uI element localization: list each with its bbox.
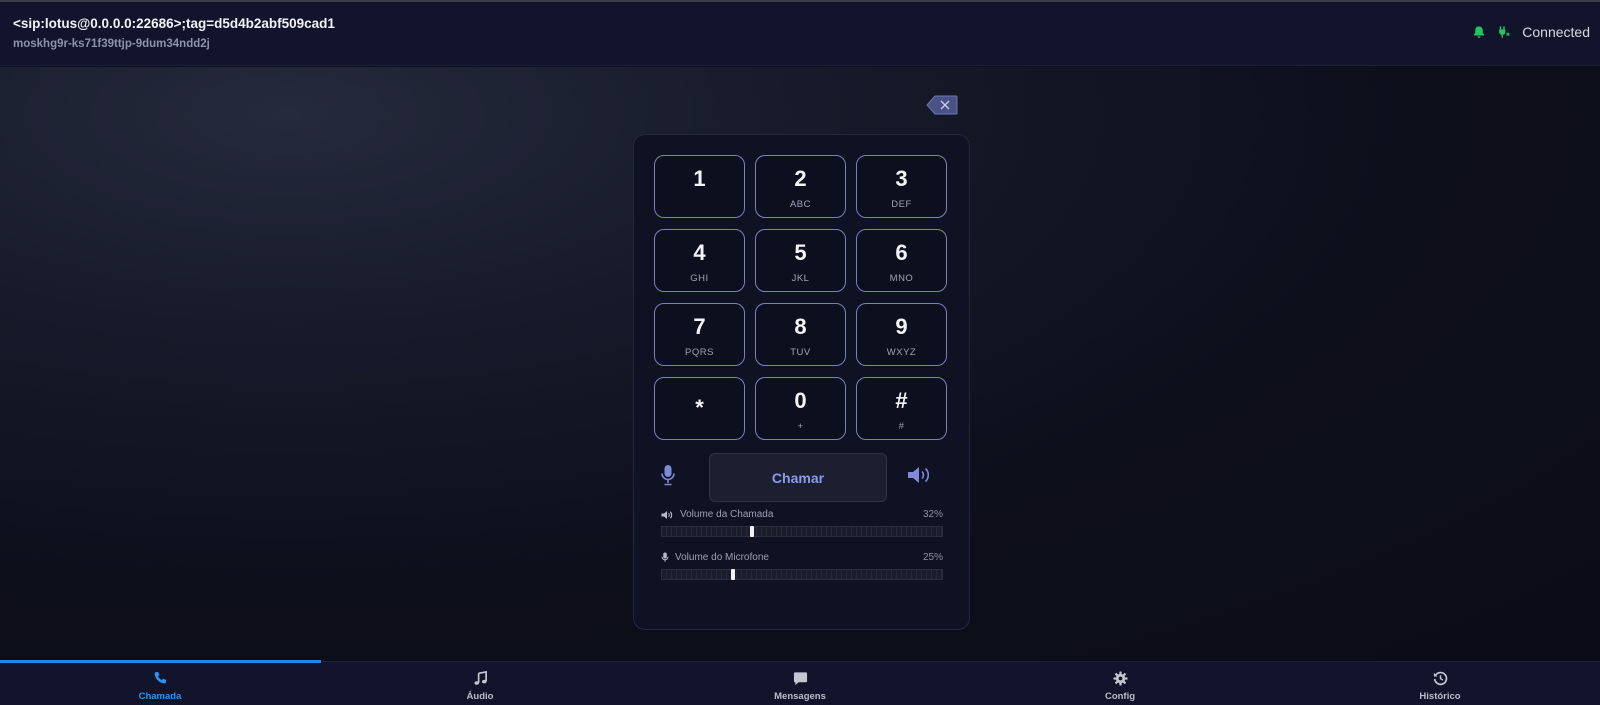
key-7[interactable]: 7 PQRS — [654, 303, 745, 366]
key-letters: TUV — [790, 347, 811, 358]
nav-label: Mensagens — [774, 691, 826, 702]
key-letters: # — [898, 421, 905, 432]
nav-tab-mensagens[interactable]: Mensagens — [640, 662, 960, 705]
bell-icon[interactable] — [1472, 25, 1486, 39]
key-2[interactable]: 2 ABC — [755, 155, 846, 218]
key-hash[interactable]: # # — [856, 377, 947, 440]
mic-volume-slider[interactable] — [661, 569, 943, 580]
nav-label: Áudio — [466, 691, 494, 702]
nav-tab-config[interactable]: Config — [960, 662, 1280, 705]
key-5[interactable]: 5 JKL — [755, 229, 846, 292]
nav-label: Histórico — [1419, 691, 1461, 702]
key-4[interactable]: 4 GHI — [654, 229, 745, 292]
dialer-panel: 1 2 ABC 3 DEF 4 GHI 5 JKL 6 MNO 7 PQRS 8 — [633, 134, 970, 630]
key-digit: 6 — [895, 240, 908, 265]
nav-label: Chamada — [138, 691, 182, 702]
microphone-icon — [661, 552, 669, 563]
nav-label: Config — [1104, 691, 1136, 702]
backspace-icon — [926, 95, 958, 115]
key-letters: + — [797, 421, 804, 432]
mic-volume-thumb[interactable] — [731, 569, 735, 580]
volume-icon — [661, 510, 674, 520]
key-digit: 8 — [794, 314, 807, 339]
plug-icon — [1496, 25, 1512, 39]
gear-icon — [1112, 671, 1128, 686]
instance-id: moskhg9r-ks71f39ttjp-9dum34ndd2j — [13, 38, 210, 50]
key-digit: 9 — [895, 314, 908, 339]
call-volume-percent: 32% — [922, 509, 943, 520]
bottom-nav: Chamada Áudio Mensagens Config Histórico — [0, 660, 1600, 705]
music-icon — [473, 670, 488, 686]
key-letters: ABC — [789, 199, 812, 210]
key-digit: * — [695, 395, 704, 420]
key-letters: JKL — [791, 273, 810, 284]
sip-uri: <sip:lotus@0.0.0.0:22686>;tag=d5d4b2abf5… — [13, 16, 335, 31]
key-digit: 3 — [895, 166, 908, 191]
call-volume-text: Volume da Chamada — [680, 509, 774, 520]
key-digit: 4 — [693, 240, 706, 265]
key-digit: 5 — [794, 240, 807, 265]
key-0[interactable]: 0 + — [755, 377, 846, 440]
mic-volume-percent: 25% — [922, 552, 943, 563]
key-9[interactable]: 9 WXYZ — [856, 303, 947, 366]
key-letters: GHI — [690, 273, 709, 284]
phone-icon — [153, 671, 168, 686]
message-icon — [793, 671, 808, 686]
key-letters: PQRS — [685, 347, 714, 358]
mic-volume-label: Volume do Microfone — [661, 552, 769, 563]
nav-tab-chamada[interactable]: Chamada — [0, 662, 320, 705]
key-6[interactable]: 6 MNO — [856, 229, 947, 292]
microphone-icon — [660, 464, 676, 486]
call-volume-thumb[interactable] — [750, 526, 754, 537]
nav-tab-audio[interactable]: Áudio — [320, 662, 640, 705]
key-letters: WXYZ — [886, 347, 917, 358]
mic-volume-text: Volume do Microfone — [675, 552, 769, 563]
key-letters: MNO — [889, 273, 914, 284]
history-icon — [1433, 671, 1448, 686]
backspace-button[interactable] — [926, 95, 958, 120]
key-digit: 0 — [794, 388, 807, 413]
mute-mic-button[interactable] — [660, 464, 676, 491]
connection-status: Connected — [1472, 24, 1590, 40]
key-letters: DEF — [891, 199, 912, 210]
speaker-button[interactable] — [907, 465, 933, 490]
call-volume-label: Volume da Chamada — [661, 509, 773, 520]
status-text: Connected — [1522, 24, 1590, 40]
key-digit: 1 — [693, 166, 706, 191]
call-button[interactable]: Chamar — [709, 453, 887, 502]
key-1[interactable]: 1 — [654, 155, 745, 218]
main-area: 1 2 ABC 3 DEF 4 GHI 5 JKL 6 MNO 7 PQRS 8 — [0, 67, 1600, 702]
key-digit: # — [895, 388, 908, 413]
header-bar: <sip:lotus@0.0.0.0:22686>;tag=d5d4b2abf5… — [0, 2, 1600, 66]
key-8[interactable]: 8 TUV — [755, 303, 846, 366]
key-3[interactable]: 3 DEF — [856, 155, 947, 218]
call-volume-slider[interactable] — [661, 526, 943, 537]
speaker-icon — [907, 465, 933, 485]
key-digit: 7 — [693, 314, 706, 339]
key-digit: 2 — [794, 166, 807, 191]
key-star[interactable]: * — [654, 377, 745, 440]
nav-tab-historico[interactable]: Histórico — [1280, 662, 1600, 705]
